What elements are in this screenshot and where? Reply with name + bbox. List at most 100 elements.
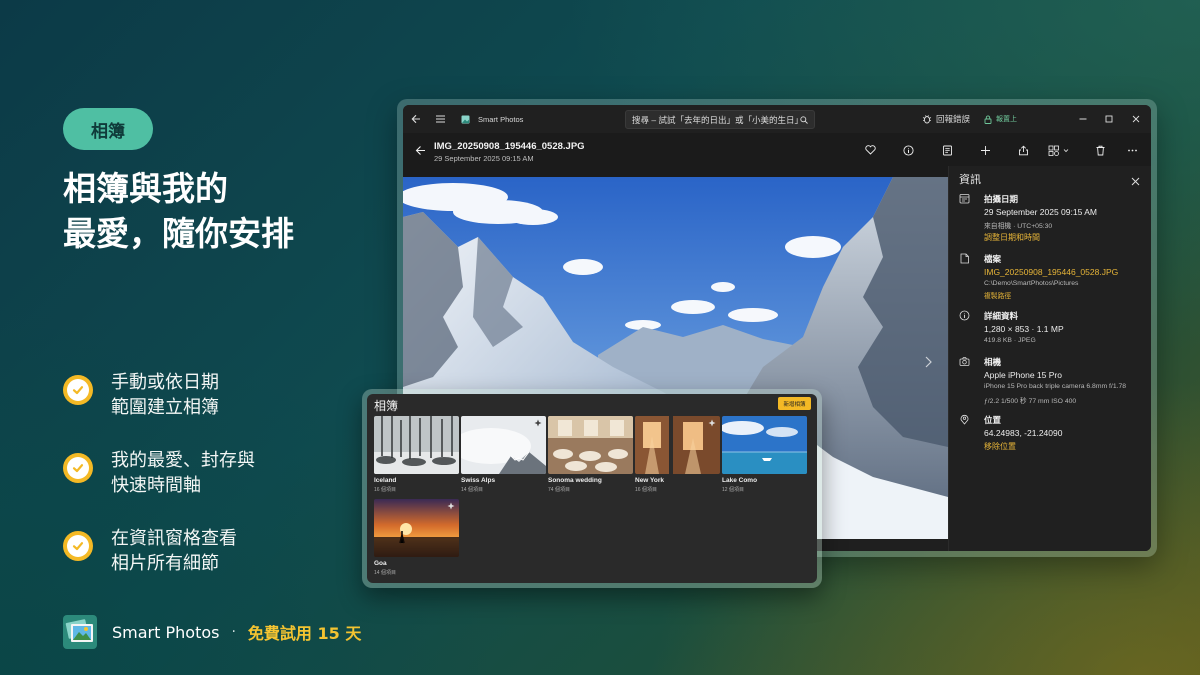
bug-icon bbox=[922, 115, 932, 124]
adjust-date-link[interactable]: 調整日期和時間 bbox=[984, 232, 1040, 243]
maximize-icon bbox=[1105, 115, 1113, 123]
back-icon[interactable] bbox=[411, 105, 421, 133]
feature-item: 在資訊窗格查看 相片所有細節 bbox=[63, 526, 363, 604]
feature-text-line: 在資訊窗格查看 bbox=[111, 528, 237, 549]
close-info-icon[interactable] bbox=[1131, 173, 1140, 191]
albums-title: 相簿 bbox=[374, 399, 399, 413]
album-card-iceland[interactable]: Iceland 16 個項目 bbox=[374, 416, 459, 493]
album-thumbnail bbox=[461, 416, 546, 474]
add-icon[interactable] bbox=[978, 143, 992, 157]
menu-icon[interactable] bbox=[435, 105, 446, 133]
footer-app-name: Smart Photos bbox=[112, 622, 220, 642]
album-thumbnail bbox=[374, 499, 459, 557]
album-count: 12 個項目 bbox=[722, 487, 744, 493]
close-window-button[interactable] bbox=[1132, 105, 1140, 133]
feature-item: 手動或依日期 範圍建立相簿 bbox=[63, 370, 363, 448]
feature-text-line: 快速時間軸 bbox=[111, 475, 201, 496]
album-count: 74 個項目 bbox=[548, 487, 570, 493]
pin-icon bbox=[708, 419, 716, 427]
camera-exposure: ƒ/2.2 1/500 秒 77 mm ISO 400 bbox=[984, 398, 1077, 405]
category-pill: 相簿 bbox=[63, 108, 153, 150]
remove-location-link[interactable]: 移除位置 bbox=[984, 441, 1016, 452]
album-name: Lake Como bbox=[722, 477, 758, 484]
headline: 相簿與我的 最愛，隨你安排 bbox=[63, 166, 383, 256]
info-panel-title: 資訊 bbox=[959, 174, 981, 186]
app-small-icon bbox=[461, 105, 470, 133]
file-icon bbox=[960, 253, 969, 264]
date-source: 來自相機 · UTC+05:30 bbox=[984, 223, 1053, 230]
headline-line-2: 最愛，隨你安排 bbox=[63, 214, 294, 253]
feature-text-line: 手動或依日期 bbox=[111, 372, 219, 393]
file-date: 29 September 2025 09:15 AM bbox=[434, 154, 534, 163]
bug-report-button[interactable]: 回報錯誤 bbox=[922, 105, 970, 133]
footer: Smart Photos · 免費試用 15 天 bbox=[63, 615, 361, 649]
sign-in-button[interactable]: 報置上 bbox=[984, 105, 1017, 133]
minimize-icon bbox=[1079, 118, 1087, 120]
details-label: 詳細資料 bbox=[984, 311, 1019, 321]
album-count: 14 個項目 bbox=[461, 487, 483, 493]
search-icon[interactable] bbox=[800, 115, 808, 124]
footer-trial-text: 免費試用 15 天 bbox=[247, 624, 362, 643]
location-value: 64.24983, -21.24090 bbox=[984, 428, 1063, 438]
calendar-icon bbox=[959, 194, 970, 204]
album-count: 16 個項目 bbox=[374, 487, 396, 493]
title-bar: Smart Photos 搜尋 – 試試「去年的日出」或「小美的生日」 回報錯誤… bbox=[403, 105, 1151, 133]
album-thumbnail bbox=[548, 416, 633, 474]
album-card-swiss-alps[interactable]: Swiss Alps 14 個項目 bbox=[461, 416, 546, 493]
search-input[interactable]: 搜尋 – 試試「去年的日出」或「小美的生日」 bbox=[625, 110, 815, 129]
back-icon[interactable] bbox=[413, 143, 427, 157]
bug-report-label: 回報錯誤 bbox=[936, 114, 971, 124]
resolution-value: 1,280 × 853 · 1.1 MP bbox=[984, 324, 1064, 334]
check-icon bbox=[63, 375, 93, 405]
album-thumbnail bbox=[374, 416, 459, 474]
copy-path-link[interactable]: 複製路徑 bbox=[984, 290, 1011, 300]
info-panel: 資訊 拍攝日期 29 September 2025 09:15 AM 來自相機 … bbox=[948, 166, 1151, 551]
file-size-value: 419.8 KB · JPEG bbox=[984, 337, 1036, 344]
feature-text-line: 相片所有細節 bbox=[111, 553, 219, 574]
window-title: Smart Photos bbox=[478, 114, 524, 124]
album-name: Iceland bbox=[374, 477, 397, 484]
album-card-goa[interactable]: Goa 14 個項目 bbox=[374, 499, 459, 576]
album-thumbnail bbox=[635, 416, 720, 474]
file-name-link[interactable]: IMG_20250908_195446_0528.JPG bbox=[984, 267, 1118, 277]
album-card-sonoma-wedding[interactable]: Sonoma wedding 74 個項目 bbox=[548, 416, 633, 493]
more-icon[interactable] bbox=[1125, 143, 1139, 157]
maximize-button[interactable] bbox=[1105, 105, 1113, 133]
lock-icon bbox=[984, 115, 992, 124]
file-path: C:\Demo\SmartPhotos\Pictures bbox=[984, 280, 1079, 287]
headline-line-1: 相簿與我的 bbox=[63, 169, 228, 208]
date-label: 拍攝日期 bbox=[984, 194, 1019, 204]
close-icon bbox=[1132, 115, 1140, 123]
file-label: 檔案 bbox=[984, 254, 1002, 264]
apps-dropdown-icon[interactable] bbox=[1048, 143, 1070, 157]
minimize-button[interactable] bbox=[1079, 105, 1087, 133]
check-icon bbox=[63, 531, 93, 561]
search-placeholder: 搜尋 – 試試「去年的日出」或「小美的生日」 bbox=[632, 114, 800, 125]
album-count: 14 個項目 bbox=[374, 570, 396, 576]
sign-in-label: 報置上 bbox=[996, 116, 1017, 123]
album-thumbnail bbox=[722, 416, 807, 474]
albums-panel: 相簿 新增相簿 Iceland 16 個項目 Swiss Alps 14 個項目… bbox=[367, 394, 817, 583]
app-logo-icon bbox=[63, 615, 97, 649]
feature-item: 我的最愛、封存與 快速時間軸 bbox=[63, 448, 363, 526]
album-card-lake-como[interactable]: Lake Como 12 個項目 bbox=[722, 416, 807, 493]
heart-icon[interactable] bbox=[863, 143, 877, 157]
share-icon[interactable] bbox=[1016, 143, 1030, 157]
new-album-button[interactable]: 新增相簿 bbox=[778, 397, 811, 410]
album-card-new-york[interactable]: New York 16 個項目 bbox=[635, 416, 720, 493]
delete-icon[interactable] bbox=[1093, 143, 1107, 157]
details-icon[interactable] bbox=[940, 143, 954, 157]
info-icon[interactable] bbox=[901, 143, 915, 157]
footer-separator: · bbox=[231, 624, 236, 640]
feature-list: 手動或依日期 範圍建立相簿 我的最愛、封存與 快速時間軸 在資訊窗格查看 相片所… bbox=[63, 370, 363, 604]
date-value: 29 September 2025 09:15 AM bbox=[984, 207, 1097, 217]
camera-icon bbox=[959, 357, 970, 366]
location-label: 位置 bbox=[984, 415, 1002, 425]
feature-text-line: 範圍建立相簿 bbox=[111, 397, 219, 418]
feature-text-line: 我的最愛、封存與 bbox=[111, 450, 255, 471]
file-name: IMG_20250908_195446_0528.JPG bbox=[434, 141, 585, 152]
camera-lens: iPhone 15 Pro back triple camera 6.8mm f… bbox=[984, 383, 1127, 390]
album-count: 16 個項目 bbox=[635, 487, 657, 493]
check-icon bbox=[63, 453, 93, 483]
image-info-icon bbox=[959, 310, 970, 321]
